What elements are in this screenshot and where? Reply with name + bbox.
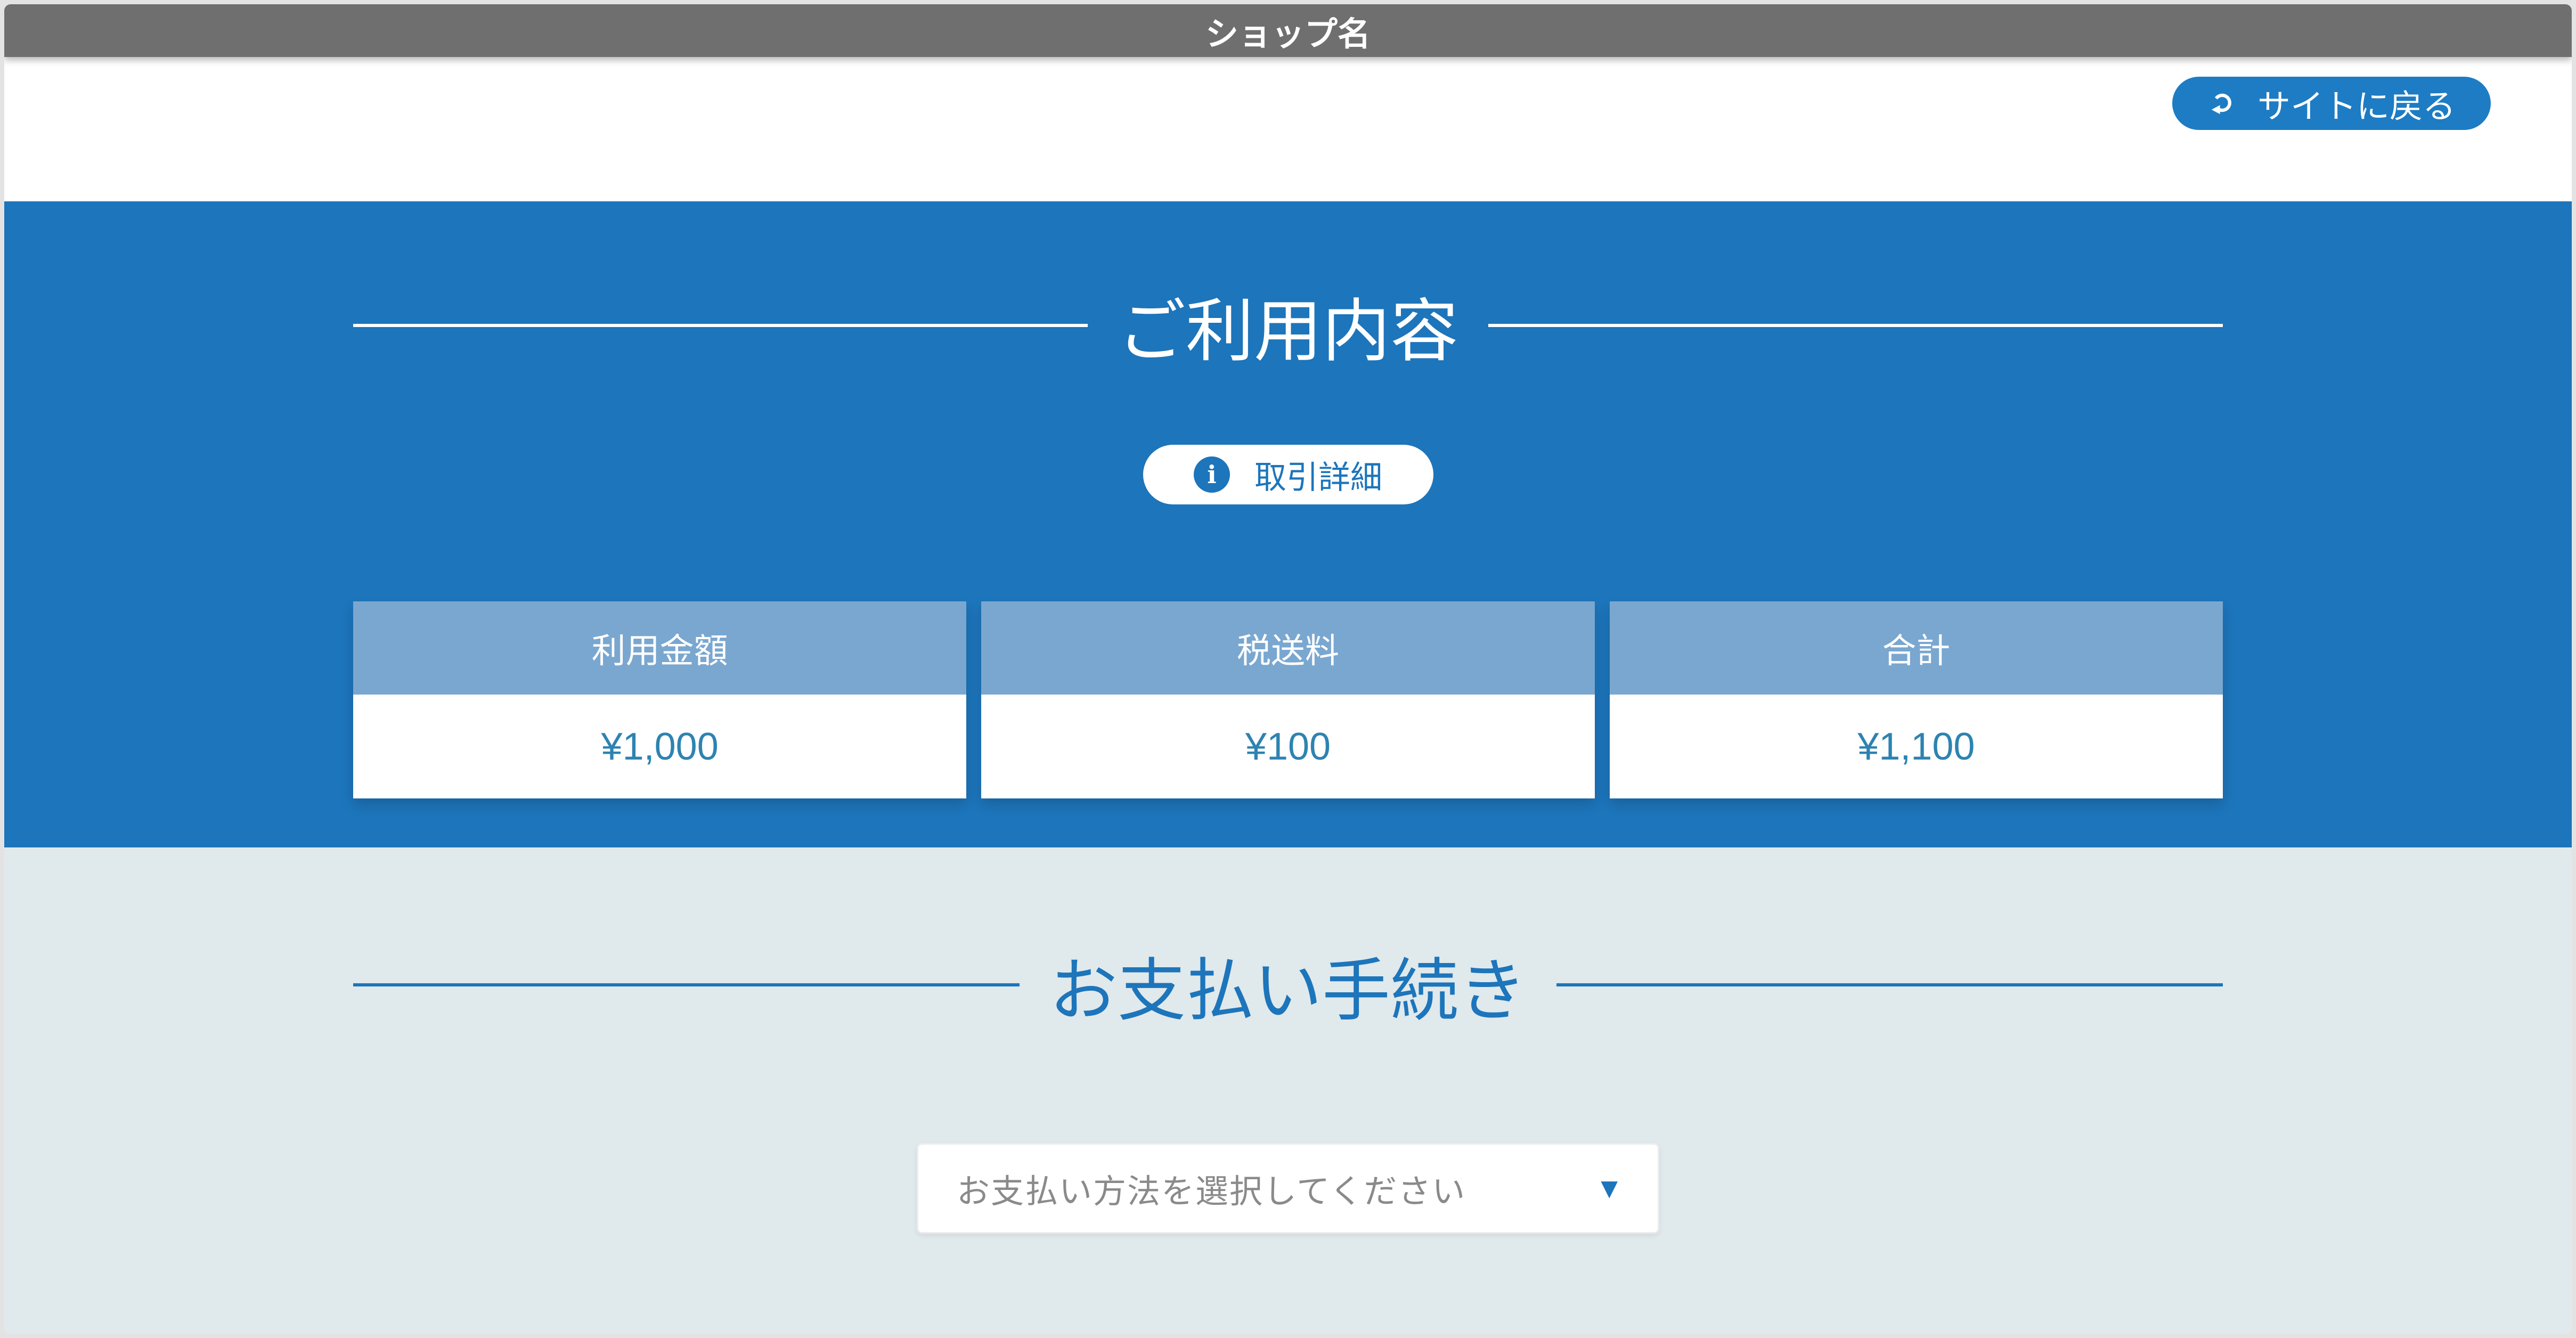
payment-section-title: お支払い手続き (1049, 935, 1527, 1034)
heading-rule-left (353, 983, 1020, 986)
toolbar: サイトに戻る (4, 57, 2572, 201)
heading-rule-right (1556, 983, 2223, 986)
transaction-detail-button[interactable]: i 取引詳細 (1143, 445, 1433, 504)
usage-amount-header: 利用金額 (353, 601, 966, 695)
checkout-window: ショップ名 サイトに戻る ご利用内容 (4, 4, 2572, 1334)
return-arrow-icon (2207, 88, 2238, 119)
tax-shipping-header: 税送料 (981, 601, 1594, 695)
heading-rule-left (353, 324, 1088, 327)
tax-shipping-value: ¥100 (981, 695, 1594, 798)
payment-method-placeholder: お支払い方法を選択してください (957, 1164, 1595, 1212)
page: ショップ名 サイトに戻る ご利用内容 (0, 0, 2576, 1338)
topbar: ショップ名 (4, 4, 2572, 57)
back-button-label: サイトに戻る (2257, 79, 2456, 127)
usage-table: 利用金額 ¥1,000 税送料 ¥100 合計 ¥1,100 (353, 601, 2223, 798)
info-icon: i (1194, 456, 1230, 493)
payment-section-heading: お支払い手続き (353, 935, 2223, 1034)
shop-name-title: ショップ名 (1205, 7, 1371, 55)
heading-rule-right (1488, 324, 2223, 327)
usage-section-heading: ご利用内容 (353, 276, 2223, 374)
total-value: ¥1,100 (1610, 695, 2223, 798)
usage-section: ご利用内容 i 取引詳細 利用金額 ¥1,000 税送料 ¥100 (4, 201, 2572, 847)
total-column: 合計 ¥1,100 (1610, 601, 2223, 798)
back-to-site-button[interactable]: サイトに戻る (2172, 77, 2491, 130)
chevron-down-icon: ▼ (1595, 1174, 1624, 1203)
usage-amount-value: ¥1,000 (353, 695, 966, 798)
payment-method-select[interactable]: お支払い方法を選択してください ▼ (917, 1143, 1659, 1234)
tax-shipping-column: 税送料 ¥100 (981, 601, 1594, 798)
transaction-detail-label: 取引詳細 (1254, 452, 1382, 498)
total-header: 合計 (1610, 601, 2223, 695)
payment-section: お支払い手続き お支払い方法を選択してください ▼ (4, 847, 2572, 1334)
usage-amount-column: 利用金額 ¥1,000 (353, 601, 966, 798)
usage-section-title: ご利用内容 (1118, 276, 1458, 374)
